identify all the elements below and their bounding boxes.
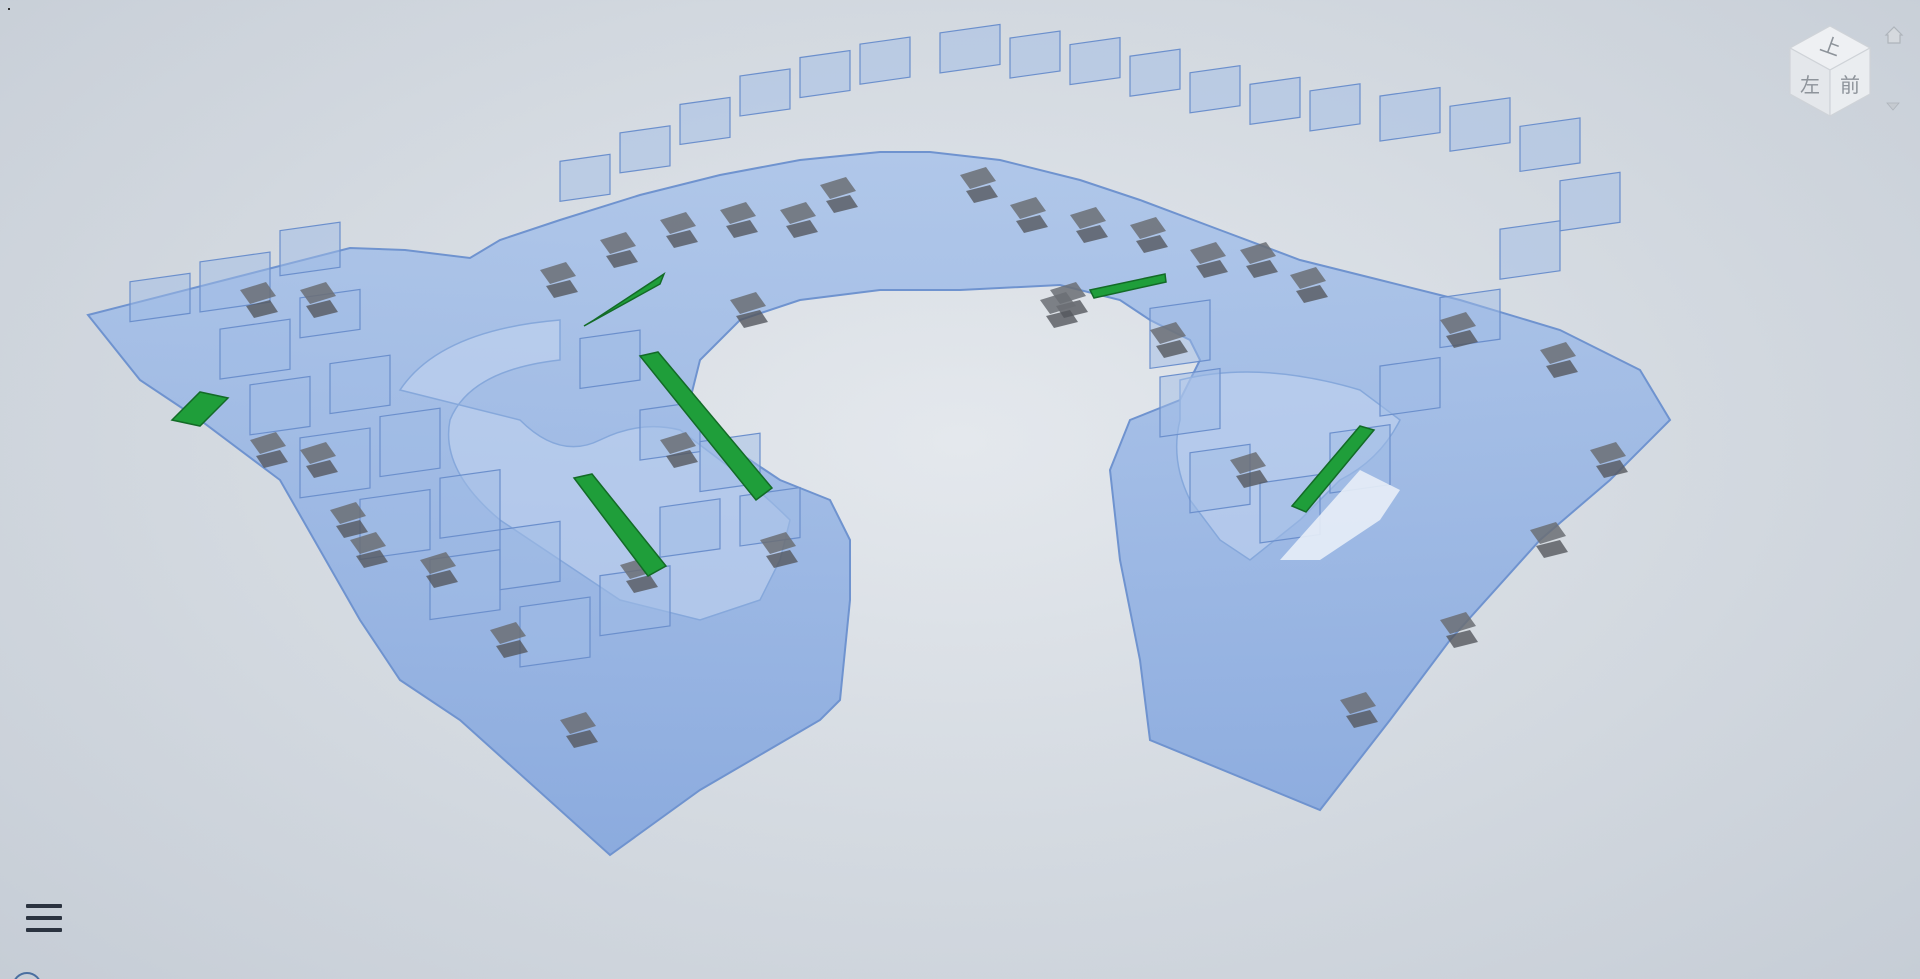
3d-viewport[interactable]: 上 左 前 — [0, 0, 1920, 979]
hamburger-line — [26, 916, 62, 920]
view-cube-left-label[interactable]: 左 — [1800, 73, 1820, 97]
view-cube-front-label[interactable]: 前 — [1840, 73, 1860, 97]
room — [679, 96, 731, 146]
room — [1069, 36, 1121, 86]
room — [379, 407, 441, 478]
room — [1249, 76, 1301, 126]
room — [859, 36, 911, 85]
room — [619, 125, 671, 174]
room — [1309, 83, 1361, 132]
corner-dot — [8, 8, 10, 10]
room — [329, 354, 391, 415]
room — [799, 49, 851, 99]
room — [249, 375, 311, 436]
room — [739, 68, 791, 117]
room — [1189, 65, 1241, 114]
room — [1129, 48, 1181, 97]
room — [1499, 220, 1561, 280]
chevron-down-icon[interactable] — [1885, 100, 1901, 112]
room — [499, 520, 561, 591]
hamburger-line — [26, 904, 62, 908]
room — [939, 23, 1001, 74]
room — [579, 329, 641, 390]
room — [1519, 117, 1581, 173]
home-icon[interactable] — [1883, 24, 1905, 46]
room — [1009, 30, 1061, 79]
room — [559, 153, 611, 202]
view-cube[interactable]: 上 左 前 — [1780, 20, 1880, 120]
building-model[interactable] — [0, 0, 1920, 979]
room — [659, 498, 721, 558]
room — [1379, 86, 1441, 142]
room — [1379, 356, 1441, 417]
room — [519, 596, 591, 668]
room — [1449, 97, 1511, 152]
room — [1159, 367, 1221, 438]
hamburger-line — [26, 928, 62, 932]
room — [1559, 171, 1621, 232]
hamburger-menu-button[interactable] — [24, 900, 64, 936]
room — [129, 272, 191, 323]
room — [279, 221, 341, 277]
room — [439, 469, 501, 539]
room — [219, 318, 291, 380]
